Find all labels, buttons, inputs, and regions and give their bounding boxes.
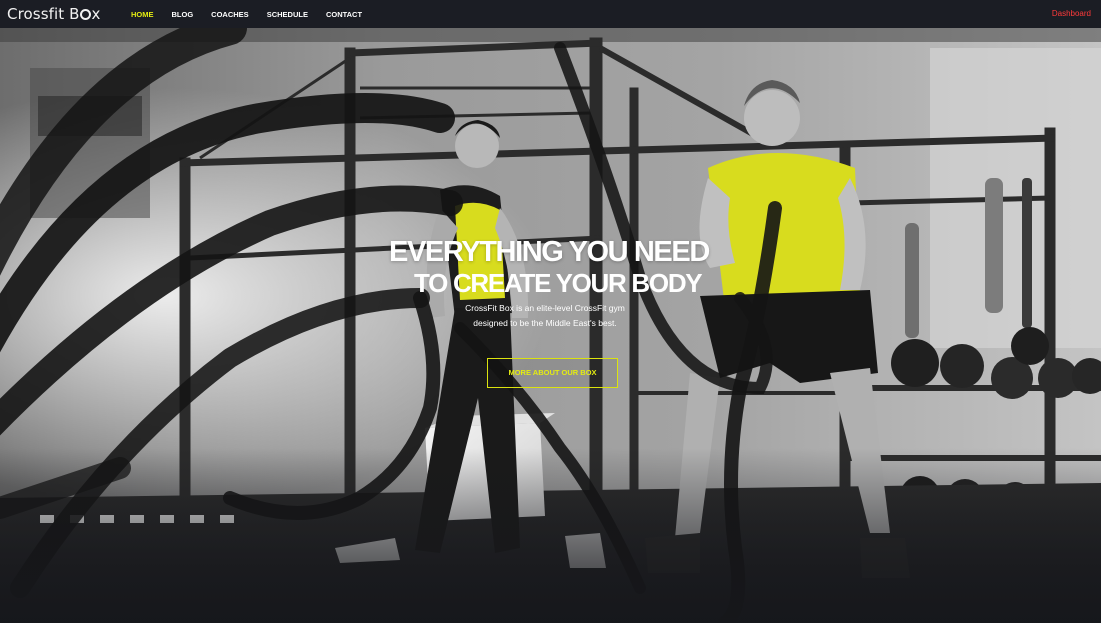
more-about-our-box-button[interactable]: MORE ABOUT OUR BOX bbox=[487, 358, 618, 388]
nav-schedule[interactable]: SCHEDULE bbox=[267, 10, 308, 19]
dashboard-link[interactable]: Dashboard bbox=[1052, 9, 1091, 19]
nav-contact[interactable]: CONTACT bbox=[326, 10, 362, 19]
nav-coaches[interactable]: COACHES bbox=[211, 10, 249, 19]
hero-background-photo bbox=[0, 28, 1101, 623]
nav-blog[interactable]: BLOG bbox=[172, 10, 194, 19]
top-navbar: Crossfit B x HOME BLOG COACHES SCHEDULE C… bbox=[0, 0, 1101, 28]
site-logo[interactable]: Crossfit B x bbox=[7, 5, 101, 23]
logo-ring-icon bbox=[80, 9, 92, 20]
hero-section: EVERYTHING YOU NEED TO CREATE YOUR BODY … bbox=[0, 28, 1101, 623]
logo-text-prefix: Crossfit B bbox=[7, 5, 80, 23]
logo-text-suffix: x bbox=[91, 5, 101, 23]
main-nav: HOME BLOG COACHES SCHEDULE CONTACT bbox=[131, 10, 380, 19]
nav-home[interactable]: HOME bbox=[131, 10, 154, 19]
